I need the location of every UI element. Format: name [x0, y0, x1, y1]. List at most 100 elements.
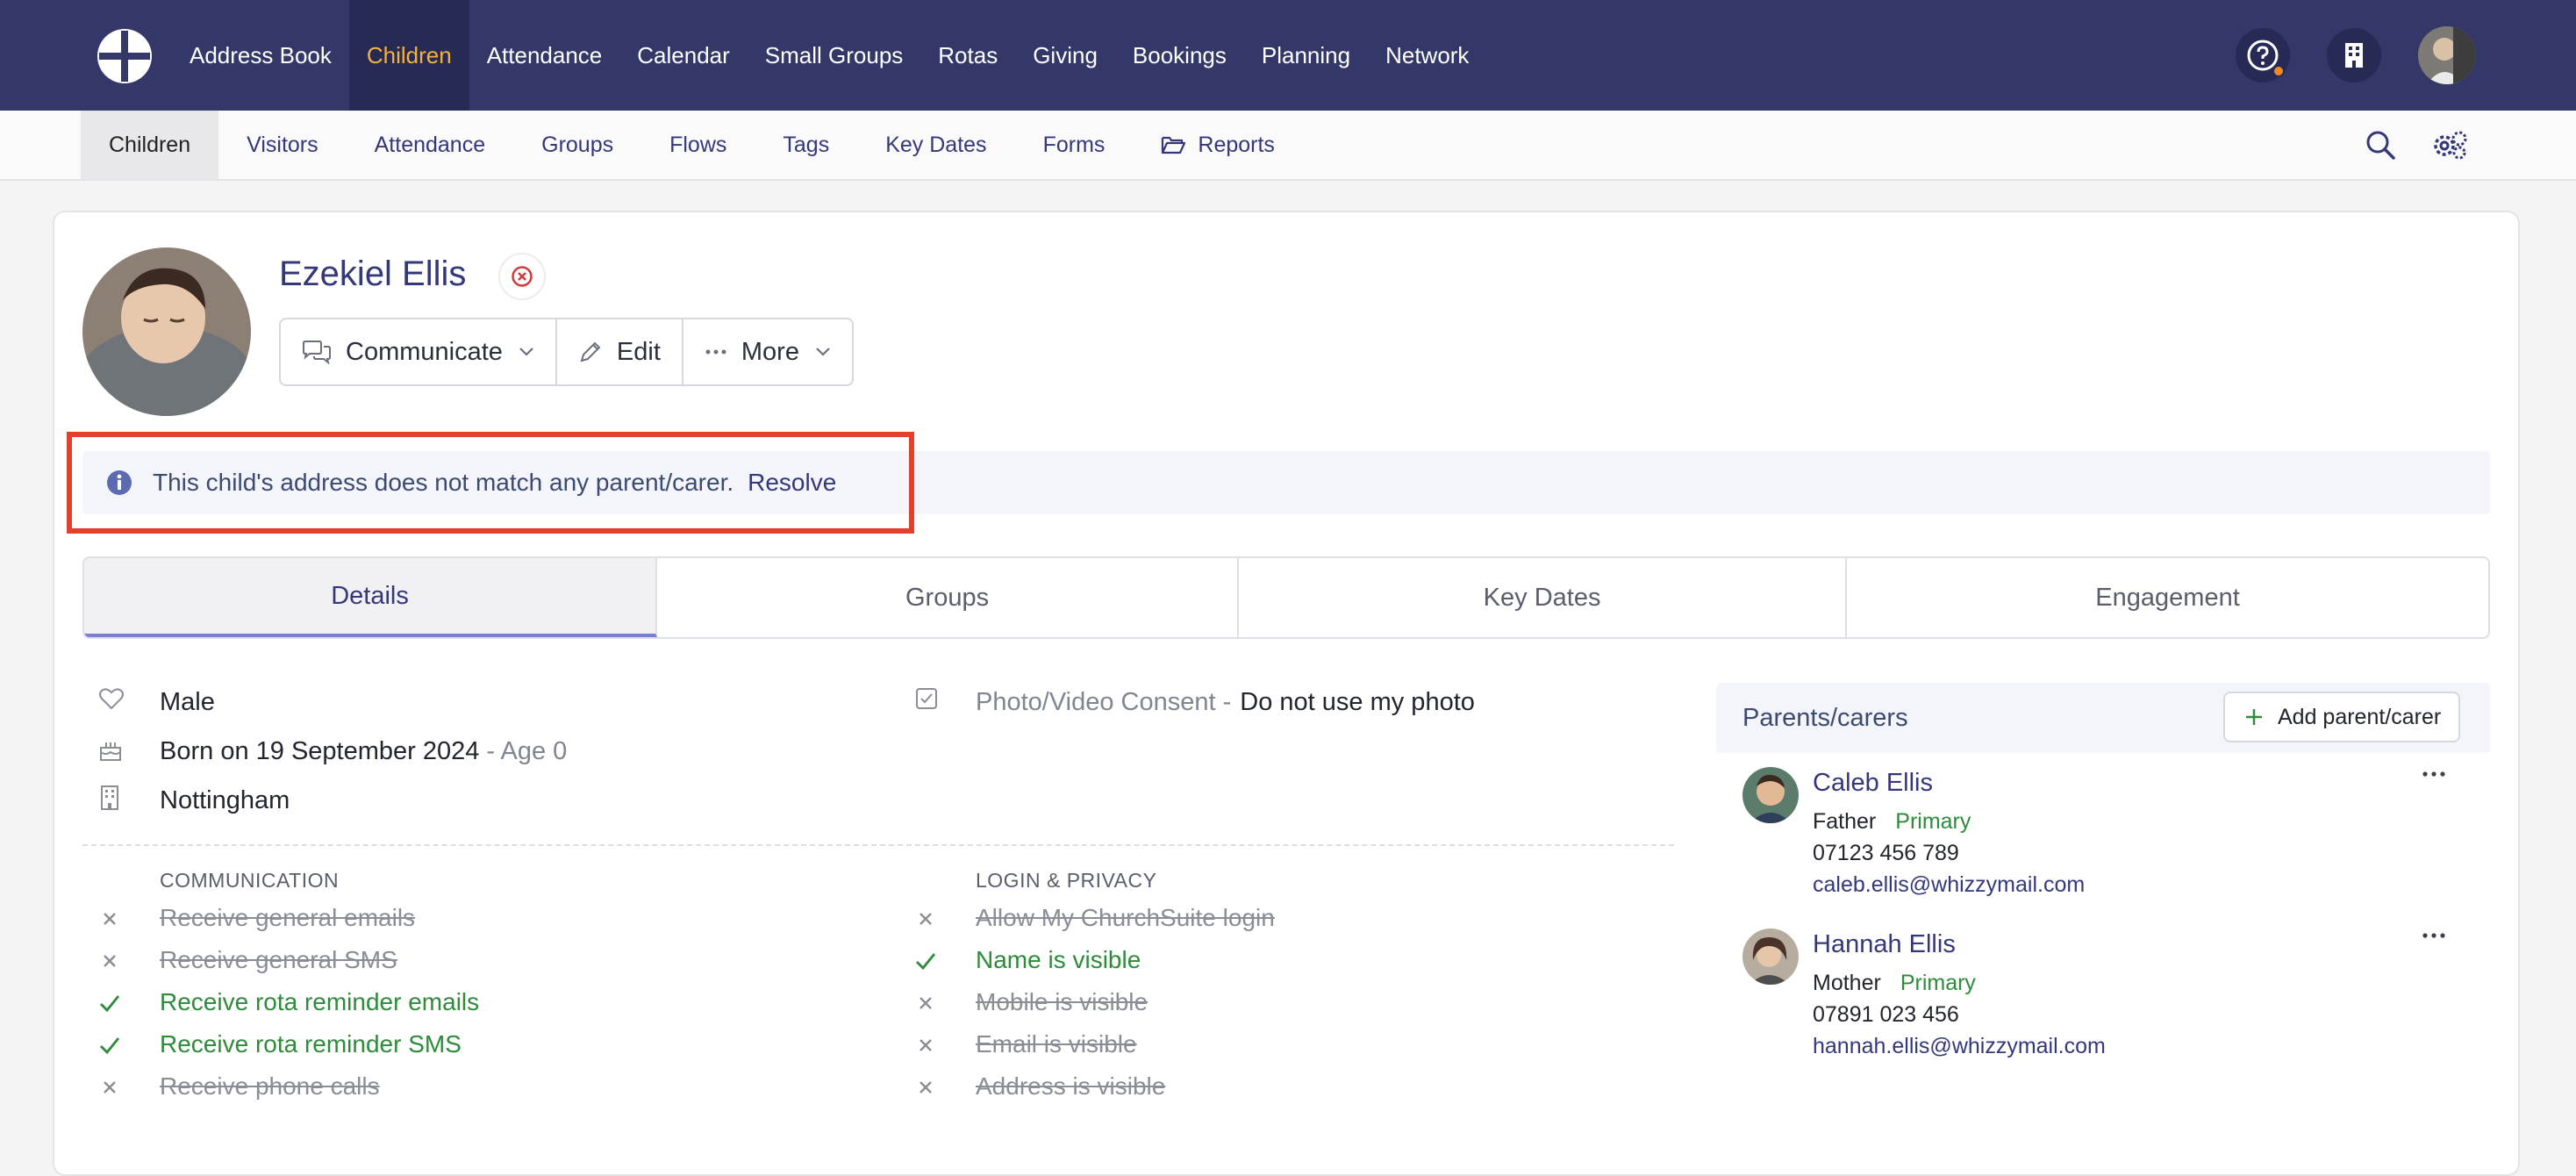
parent-email[interactable]: hannah.ellis@whizzymail.com: [1813, 1034, 2106, 1059]
notification-dot: [2272, 65, 2285, 77]
subnav-forms[interactable]: Forms: [1015, 111, 1134, 179]
nav-small-groups[interactable]: Small Groups: [748, 0, 921, 111]
age-value: - Age 0: [486, 736, 568, 765]
settings-gears-icon[interactable]: [2430, 128, 2469, 161]
section-divider: [82, 844, 1674, 846]
chevron-down-icon: [519, 347, 534, 357]
subnav-key-dates[interactable]: Key Dates: [857, 111, 1014, 179]
search-icon[interactable]: [2364, 128, 2397, 161]
ellipsis-icon: [705, 348, 727, 355]
plus-icon: [2244, 707, 2264, 727]
tab-key-dates[interactable]: Key Dates: [1239, 558, 1848, 637]
add-parent-label: Add parent/carer: [2278, 704, 2442, 729]
parent-name[interactable]: Caleb Ellis: [1813, 769, 1933, 798]
parent-relation: Mother Primary: [1813, 971, 1976, 996]
nav-network[interactable]: Network: [1368, 0, 1486, 111]
privacy-heading: LOGIN & PRIVACY: [976, 869, 1157, 892]
privacy-preference: Name is visible: [976, 946, 1141, 973]
child-photo: [82, 247, 251, 416]
cross-icon: [98, 1076, 121, 1099]
parents-panel-header: Parents/carers Add parent/carer: [1716, 683, 2490, 753]
help-button[interactable]: [2236, 28, 2290, 82]
communication-preference: Receive rota reminder emails: [160, 988, 480, 1015]
organisation-button[interactable]: [2327, 28, 2381, 82]
subnav-attendance[interactable]: Attendance: [347, 111, 514, 179]
nav-children[interactable]: Children: [348, 0, 469, 111]
subnav-flows[interactable]: Flows: [641, 111, 755, 179]
tab-engagement[interactable]: Engagement: [1847, 558, 2488, 637]
highlight-box: [67, 432, 914, 534]
building-icon: [98, 785, 121, 811]
more-label: More: [741, 337, 799, 366]
subnav-visitors[interactable]: Visitors: [218, 111, 347, 179]
nav-planning[interactable]: Planning: [1244, 0, 1368, 111]
check-icon: [914, 950, 937, 972]
user-avatar[interactable]: [2418, 26, 2476, 84]
parent-phone: 07123 456 789: [1813, 841, 1959, 865]
site-value: Nottingham: [160, 785, 290, 814]
consent-row: Photo/Video Consent - Do not use my phot…: [914, 685, 1686, 720]
subnav-children[interactable]: Children: [81, 111, 219, 179]
cross-icon: [914, 1034, 937, 1057]
privacy-preference: Mobile is visible: [976, 988, 1148, 1015]
parent-phone: 07891 023 456: [1813, 1002, 1959, 1027]
heart-icon: [98, 686, 125, 711]
cake-icon: [98, 735, 123, 762]
more-button[interactable]: More: [683, 319, 852, 384]
churchsuite-logo-icon[interactable]: [95, 26, 154, 86]
gender-value: Male: [160, 687, 215, 716]
relation-text: Mother: [1813, 971, 1881, 995]
communicate-button[interactable]: Communicate: [281, 319, 557, 384]
child-name: Ezekiel Ellis: [279, 255, 467, 293]
top-navigation-bar: Address Book Children Attendance Calenda…: [0, 0, 2576, 111]
close-circle-icon: [512, 266, 533, 287]
nav-address-book[interactable]: Address Book: [172, 0, 349, 111]
communication-preference: Receive phone calls: [160, 1072, 380, 1100]
nav-giving[interactable]: Giving: [1015, 0, 1115, 111]
building-icon: [2345, 43, 2363, 68]
primary-badge: Primary: [1900, 971, 1976, 995]
check-icon: [98, 1034, 121, 1057]
birth-date: Born on 19 September 2024: [160, 736, 480, 765]
subnav-reports[interactable]: Reports: [1133, 111, 1303, 179]
chat-bubbles-icon: [302, 340, 332, 364]
communication-preference: Receive general emails: [160, 904, 416, 931]
primary-badge: Primary: [1895, 809, 1971, 834]
subnav-tags[interactable]: Tags: [755, 111, 857, 179]
cross-icon: [914, 907, 937, 930]
parent-email[interactable]: caleb.ellis@whizzymail.com: [1813, 872, 2085, 898]
consent-value: Do not use my photo: [1240, 687, 1475, 716]
sub-navigation: Children Visitors Attendance Groups Flow…: [0, 111, 2576, 181]
privacy-preference: Email is visible: [976, 1030, 1137, 1058]
subnav-reports-label: Reports: [1198, 132, 1275, 157]
add-parent-button[interactable]: Add parent/carer: [2223, 692, 2460, 742]
nav-calendar[interactable]: Calendar: [619, 0, 748, 111]
communication-preference: Receive rota reminder SMS: [160, 1030, 462, 1058]
edit-button[interactable]: Edit: [557, 319, 683, 384]
parent-options-icon[interactable]: [2422, 932, 2446, 939]
parent-name[interactable]: Hannah Ellis: [1813, 930, 1956, 959]
privacy-preference: Allow My ChurchSuite login: [976, 904, 1275, 931]
consent-label: Photo/Video Consent -: [976, 687, 1232, 716]
main-nav: Address Book Children Attendance Calenda…: [172, 0, 1486, 111]
checkbox-icon: [914, 686, 939, 711]
cross-icon: [98, 907, 121, 930]
pencil-icon: [578, 340, 603, 364]
nav-bookings[interactable]: Bookings: [1115, 0, 1244, 111]
parent-options-icon[interactable]: [2422, 771, 2446, 778]
communication-heading: COMMUNICATION: [160, 869, 340, 892]
cross-icon: [98, 950, 121, 972]
parent-avatar: [1742, 929, 1799, 985]
site-row: Nottingham: [98, 783, 888, 818]
tab-groups[interactable]: Groups: [657, 558, 1240, 637]
cross-icon: [914, 1076, 937, 1099]
relation-text: Father: [1813, 809, 1877, 834]
tab-details[interactable]: Details: [84, 558, 658, 637]
nav-rotas[interactable]: Rotas: [920, 0, 1015, 111]
nav-attendance[interactable]: Attendance: [469, 0, 620, 111]
archive-button[interactable]: [498, 253, 546, 300]
cross-icon: [914, 992, 937, 1015]
check-icon: [98, 992, 121, 1015]
communication-preference: Receive general SMS: [160, 946, 397, 973]
subnav-groups[interactable]: Groups: [513, 111, 641, 179]
